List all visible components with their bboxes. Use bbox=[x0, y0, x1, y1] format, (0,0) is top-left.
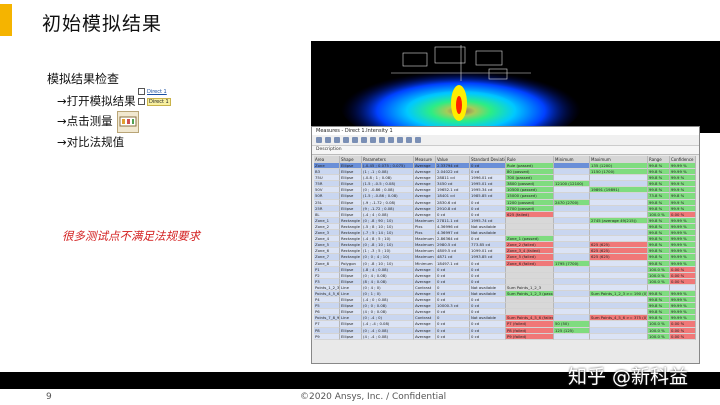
measures-window-title: Measures - Direct 1.Intensity 1 bbox=[312, 127, 699, 135]
toolbar-button-icon[interactable] bbox=[325, 137, 331, 143]
measures-toolbar bbox=[312, 135, 699, 146]
slide-title-bar: 初始模拟结果 bbox=[0, 0, 720, 44]
column-header[interactable]: Measure bbox=[414, 156, 436, 163]
tree-item-direct-1-result[interactable]: Direct 1 bbox=[138, 97, 171, 106]
column-header[interactable]: Maximum bbox=[590, 156, 648, 163]
table-cell bbox=[554, 333, 590, 340]
table-cell: Ellipse bbox=[340, 333, 362, 340]
column-header[interactable]: Standard Deviation bbox=[470, 156, 506, 163]
watermark-text: 知乎 @新科益 bbox=[568, 366, 689, 388]
table-cell: P9 (failed) bbox=[506, 333, 554, 340]
title-accent-bar bbox=[0, 4, 12, 36]
measure-tool-icon[interactable] bbox=[117, 111, 139, 133]
checkbox-icon[interactable] bbox=[138, 98, 145, 105]
column-header[interactable]: Range bbox=[648, 156, 670, 163]
column-header[interactable]: Minimum bbox=[554, 156, 590, 163]
simulation-tree-snippet: Direct 1 Direct 1 bbox=[138, 87, 190, 107]
toolbar-button-icon[interactable] bbox=[379, 137, 385, 143]
toolbar-button-icon[interactable] bbox=[343, 137, 349, 143]
table-cell: 0 cd bbox=[436, 333, 470, 340]
toolbar-button-icon[interactable] bbox=[334, 137, 340, 143]
column-header[interactable]: Value bbox=[436, 156, 470, 163]
page-number: 9 bbox=[46, 392, 52, 402]
table-cell: P9 bbox=[314, 333, 340, 340]
toolbar-button-icon[interactable] bbox=[352, 137, 358, 143]
table-cell bbox=[590, 333, 648, 340]
table-cell: 0 cd bbox=[470, 333, 506, 340]
toolbar-button-icon[interactable] bbox=[316, 137, 322, 143]
toolbar-button-icon[interactable] bbox=[361, 137, 367, 143]
table-cell: 100.0 % bbox=[648, 333, 670, 340]
section-heading: 模拟结果检查 bbox=[47, 72, 120, 86]
column-header[interactable]: Confidence (level) bbox=[670, 156, 696, 163]
copyright-text: ©2020 Ansys, Inc. / Confidential bbox=[300, 392, 447, 402]
column-header[interactable]: Parameters bbox=[362, 156, 414, 163]
table-row[interactable]: P9 Ellipse (4 ; -4 ; 0.08) Average 0 cd 0 cd P… bbox=[314, 333, 696, 340]
toolbar-button-icon[interactable] bbox=[388, 137, 394, 143]
failure-note: 很多测试点不满足法规要求 bbox=[62, 229, 200, 243]
table-body: Zone Ellipse (-0.45 ; 0.075 ; 0.075) Averag… bbox=[314, 163, 696, 340]
measures-window[interactable]: Measures - Direct 1.Intensity 1 Descript… bbox=[311, 126, 700, 364]
step-open-results: →打开模拟结果 bbox=[57, 94, 136, 108]
checkbox-icon[interactable] bbox=[138, 88, 145, 95]
table-cell: (4 ; -4 ; 0.08) bbox=[362, 333, 414, 340]
toolbar-button-icon[interactable] bbox=[397, 137, 403, 143]
table-cell: Average bbox=[414, 333, 436, 340]
step-click-measure: →点击测量 bbox=[57, 114, 113, 128]
tree-item-direct-1[interactable]: Direct 1 bbox=[138, 87, 167, 96]
table-cell: 0.00 % bbox=[670, 333, 696, 340]
column-header[interactable]: Shape bbox=[340, 156, 362, 163]
column-header[interactable]: Area bbox=[314, 156, 340, 163]
toolbar-button-icon[interactable] bbox=[370, 137, 376, 143]
table-header: Area Shape Parameters Measure Value Standard … bbox=[314, 156, 696, 163]
description-field[interactable]: Description bbox=[312, 146, 699, 155]
column-header[interactable]: Rule bbox=[506, 156, 554, 163]
step-compare-regulation: →对比法规值 bbox=[57, 135, 125, 149]
intensity-map-viewport[interactable] bbox=[311, 41, 720, 133]
toolbar-button-icon[interactable] bbox=[415, 137, 421, 143]
slide-title: 初始模拟结果 bbox=[42, 13, 163, 35]
toolbar-button-icon[interactable] bbox=[406, 137, 412, 143]
measures-table[interactable]: Area Shape Parameters Measure Value Standard … bbox=[314, 156, 696, 340]
